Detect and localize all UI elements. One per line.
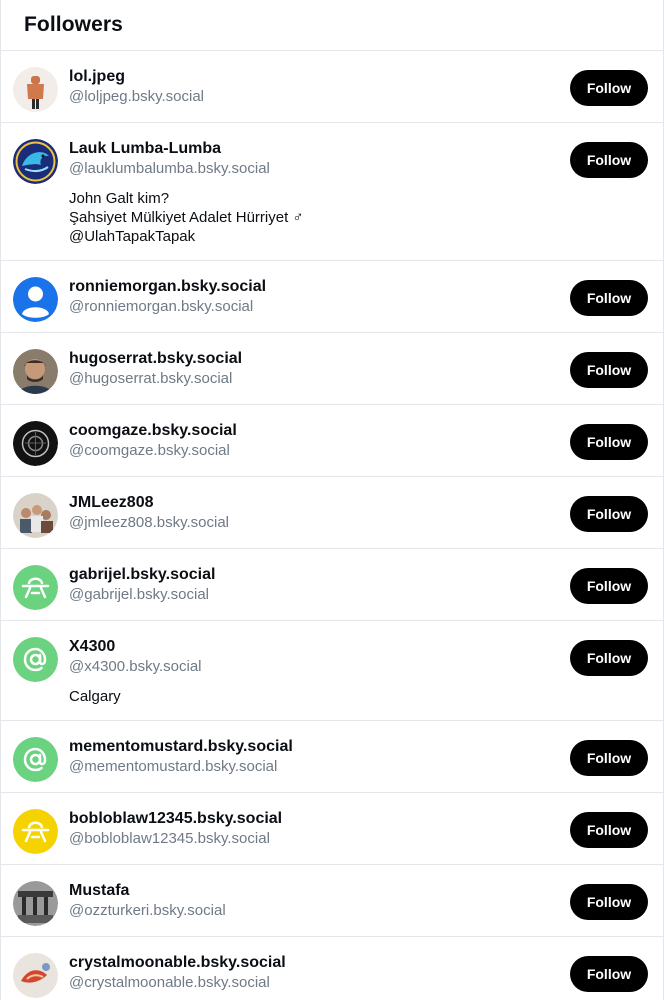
follow-button[interactable]: Follow: [570, 640, 648, 676]
follower-name[interactable]: lol.jpeg: [69, 67, 647, 87]
follower-row[interactable]: hugoserrat.bsky.social @hugoserrat.bsky.s…: [1, 333, 663, 405]
followers-page: Followers lol.jpeg @loljpeg.bsky.social Fo…: [0, 0, 664, 1000]
follower-row[interactable]: coomgaze.bsky.social @coomgaze.bsky.socia…: [1, 405, 663, 477]
follower-name[interactable]: crystalmoonable.bsky.social: [69, 953, 647, 973]
follower-handle: @lauklumbalumba.bsky.social: [69, 160, 270, 177]
avatar[interactable]: [13, 349, 58, 394]
follow-button[interactable]: Follow: [570, 812, 648, 848]
page-title: Followers: [24, 13, 123, 36]
follower-name[interactable]: mementomustard.bsky.social: [69, 737, 647, 757]
avatar[interactable]: [13, 809, 58, 854]
follower-row[interactable]: Mustafa @ozzturkeri.bsky.social Follow: [1, 865, 663, 937]
follow-button[interactable]: Follow: [570, 424, 648, 460]
follower-handle: @jmleez808.bsky.social: [69, 514, 230, 531]
follower-name[interactable]: Lauk Lumba-Lumba: [69, 139, 647, 159]
follower-row[interactable]: JMLeez808 @jmleez808.bsky.social Follow: [1, 477, 663, 549]
follower-name[interactable]: bobloblaw12345.bsky.social: [69, 809, 647, 829]
follower-row[interactable]: Lauk Lumba-Lumba @lauklumbalumba.bsky.soc…: [1, 123, 663, 261]
follower-name[interactable]: gabrijel.bsky.social: [69, 565, 647, 585]
follower-handle: @ronniemorgan.bsky.social: [69, 298, 254, 315]
avatar[interactable]: [13, 493, 58, 538]
bio-line: Şahsiyet Mülkiyet Adalet Hürriyet ♂: [69, 209, 304, 226]
follower-name[interactable]: X4300: [69, 637, 647, 657]
avatar[interactable]: [13, 953, 58, 998]
follower-handle: @crystalmoonable.bsky.social: [69, 974, 270, 991]
avatar[interactable]: [13, 565, 58, 610]
follower-handle: @gabrijel.bsky.social: [69, 586, 210, 603]
follow-button[interactable]: Follow: [570, 352, 648, 388]
follower-row[interactable]: lol.jpeg @loljpeg.bsky.social Follow: [1, 51, 663, 123]
follow-button[interactable]: Follow: [570, 740, 648, 776]
avatar[interactable]: [13, 737, 58, 782]
follower-name[interactable]: hugoserrat.bsky.social: [69, 349, 647, 369]
follow-button[interactable]: Follow: [570, 280, 648, 316]
follower-name[interactable]: Mustafa: [69, 881, 647, 901]
follower-row[interactable]: crystalmoonable.bsky.social @crystalmoona…: [1, 937, 663, 1000]
follow-button[interactable]: Follow: [570, 568, 648, 604]
follower-handle: @coomgaze.bsky.social: [69, 442, 230, 459]
follow-button[interactable]: Follow: [570, 142, 648, 178]
follower-name[interactable]: coomgaze.bsky.social: [69, 421, 647, 441]
avatar[interactable]: [13, 637, 58, 682]
bio-line: @UlahTapakTapak: [69, 228, 196, 245]
follower-handle: @x4300.bsky.social: [69, 658, 202, 675]
follow-button[interactable]: Follow: [570, 956, 648, 992]
follower-row[interactable]: bobloblaw12345.bsky.social @bobloblaw1234…: [1, 793, 663, 865]
bio-line: John Galt kim?: [69, 190, 170, 207]
follow-button[interactable]: Follow: [570, 884, 648, 920]
follower-name[interactable]: ronniemorgan.bsky.social: [69, 277, 647, 297]
follower-bio: John Galt kim? Şahsiyet Mülkiyet Adalet H…: [69, 189, 647, 246]
follow-button[interactable]: Follow: [570, 70, 648, 106]
page-header: Followers: [1, 0, 663, 51]
bio-line: Calgary: [69, 688, 121, 705]
follower-row[interactable]: gabrijel.bsky.social @gabrijel.bsky.socia…: [1, 549, 663, 621]
follower-handle: @ozzturkeri.bsky.social: [69, 902, 226, 919]
follower-row[interactable]: ronniemorgan.bsky.social @ronniemorgan.bs…: [1, 261, 663, 333]
follower-bio: Calgary: [69, 687, 647, 706]
follower-row[interactable]: X4300 @x4300.bsky.social Calgary Follow: [1, 621, 663, 721]
followers-list: lol.jpeg @loljpeg.bsky.social Follow Lauk L…: [1, 51, 663, 1000]
follower-handle: @bobloblaw12345.bsky.social: [69, 830, 270, 847]
avatar[interactable]: [13, 139, 58, 184]
avatar[interactable]: [13, 67, 58, 112]
avatar[interactable]: [13, 881, 58, 926]
follower-name[interactable]: JMLeez808: [69, 493, 647, 513]
avatar[interactable]: [13, 421, 58, 466]
follower-handle: @hugoserrat.bsky.social: [69, 370, 233, 387]
follow-button[interactable]: Follow: [570, 496, 648, 532]
follower-handle: @loljpeg.bsky.social: [69, 88, 205, 105]
follower-handle: @mementomustard.bsky.social: [69, 758, 278, 775]
avatar[interactable]: [13, 277, 58, 322]
follower-row[interactable]: mementomustard.bsky.social @mementomustar…: [1, 721, 663, 793]
